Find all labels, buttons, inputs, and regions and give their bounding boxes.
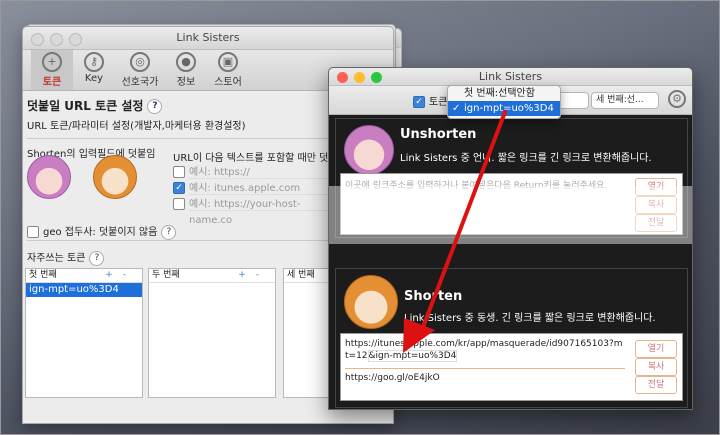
prefs-titlebar: Link Sisters — [23, 27, 393, 50]
example-checkbox-checked[interactable]: ✓ — [173, 182, 185, 194]
checkmark-icon: ✓ — [452, 103, 461, 114]
popup-third[interactable]: 세 번째:선... — [591, 92, 659, 109]
zoom-button[interactable] — [69, 33, 82, 46]
tab-store[interactable]: ▣ 스토어 — [207, 50, 249, 90]
send-button[interactable]: 전달 — [635, 376, 677, 394]
pane-header: 두 번째 — [152, 270, 180, 280]
plus-icon: + — [42, 52, 62, 72]
copy-button[interactable]: 복사 — [635, 358, 677, 376]
unshorten-section: Unshorten Link Sisters 중 언니. 짧은 링크를 긴 링크… — [335, 118, 688, 238]
token-pane-2: 두 번째 +- — [148, 268, 276, 398]
unshorten-placeholder: 이곳에 링크주소를 입력하거나 붙여넣은다음 Return키를 눌러주세요. — [345, 181, 608, 191]
dropdown-option-selected[interactable]: ✓ ign-mpt=uo%3D4 — [448, 101, 560, 116]
add-remove-buttons[interactable]: +- — [105, 269, 136, 282]
unshorten-title: Unshorten — [400, 127, 477, 142]
tab-key[interactable]: ⚷ Key — [73, 50, 115, 90]
fav-row: 자주쓰는 토큰? — [27, 249, 105, 266]
copy-button[interactable]: 복사 — [635, 196, 677, 214]
tab-label: Key — [84, 73, 104, 84]
tab-country[interactable]: ◎ 선호국가 — [115, 50, 165, 90]
unshorten-input[interactable]: 이곳에 링크주소를 입력하거나 붙여넣은다음 Return키를 눌러주세요. 열… — [340, 173, 683, 235]
list-item[interactable]: ign-mpt=uo%3D4 — [26, 283, 142, 297]
example-checkbox[interactable] — [173, 166, 185, 178]
close-button[interactable] — [337, 72, 348, 83]
open-button[interactable]: 열기 — [635, 178, 677, 196]
token-toggle[interactable]: ✓ 토큰: — [413, 93, 451, 108]
url-rule-label: URL이 다음 텍스트를 포함할 때만 덧붙임 — [173, 153, 347, 164]
example-field[interactable]: 예시: https:// — [189, 165, 339, 179]
tab-info[interactable]: ● 정보 — [165, 50, 207, 90]
pane-header: 세 번째 — [287, 270, 315, 280]
example-field[interactable]: 예시: itunes.apple.com — [189, 181, 339, 195]
shorten-input[interactable]: https://itunes.apple.com/kr/app/masquera… — [340, 333, 683, 401]
traffic-lights — [31, 33, 82, 46]
fav-label: 자주쓰는 토큰 — [27, 253, 86, 264]
long-url-line1: https://itunes.apple.com/kr/app/masquera… — [345, 339, 623, 349]
avatar-unshorten — [27, 155, 71, 199]
traffic-lights — [337, 72, 382, 83]
globe-icon: ◎ — [130, 52, 150, 72]
shorten-section: Shorten Link Sisters 중 동생. 긴 링크를 짧은 링크로 … — [335, 268, 688, 408]
minimize-button[interactable] — [50, 33, 63, 46]
unshorten-avatar — [344, 125, 394, 175]
tab-label: 선호국가 — [121, 77, 159, 88]
unshorten-desc: Link Sisters 중 언니. 짧은 링크를 긴 링크로 변환해줍니다. — [400, 153, 652, 164]
short-url: https://goo.gl/oE4jkO — [345, 368, 625, 384]
send-button[interactable]: 전달 — [635, 214, 677, 232]
close-button[interactable] — [31, 33, 44, 46]
ls-titlebar: Link Sisters — [329, 68, 692, 86]
tab-label: 정보 — [176, 77, 196, 88]
tab-label: 스토어 — [214, 77, 242, 88]
token-dropdown-menu: 첫 번째:선택안함 ✓ ign-mpt=uo%3D4 — [447, 85, 561, 119]
example-checkbox[interactable] — [173, 198, 185, 210]
shorten-title: Shorten — [404, 289, 463, 304]
gear-icon[interactable]: ⚙ — [668, 90, 686, 108]
example-field[interactable]: 예시: https://your-host-name.co — [189, 197, 339, 226]
option-label: ign-mpt=uo%3D4 — [464, 103, 554, 114]
tab-token[interactable]: + 토큰 — [31, 50, 73, 90]
help-button[interactable]: ? — [147, 99, 163, 114]
long-url-line2: t=12 — [345, 351, 368, 361]
page-title: 덧붙일 URL 토큰 설정 — [27, 99, 144, 113]
window-title: Link Sisters — [176, 31, 240, 44]
token-checkbox[interactable]: ✓ — [413, 96, 425, 108]
shorten-avatar — [344, 275, 398, 329]
zoom-button[interactable] — [371, 72, 382, 83]
shorten-desc: Link Sisters 중 동생. 긴 링크를 짧은 링크로 변환해줍니다. — [404, 313, 656, 324]
open-button[interactable]: 열기 — [635, 340, 677, 358]
dropdown-option-none[interactable]: 첫 번째:선택안함 — [448, 86, 560, 101]
avatar-shorten — [93, 155, 137, 199]
store-icon: ▣ — [218, 52, 238, 72]
appended-token: &ign-mpt=uo%3D4 — [367, 350, 458, 362]
user-icon: ● — [176, 52, 196, 72]
geo-checkbox[interactable] — [27, 226, 39, 238]
token-pane-1: 첫 번째 +- ign-mpt=uo%3D4 — [25, 268, 143, 398]
popup-value: 세 번째:선... — [596, 95, 644, 105]
geo-label: geo 접두사: 덧붙이지 않음 — [43, 227, 158, 238]
key-icon: ⚷ — [84, 52, 104, 72]
example-list: 예시: https:// ✓ 예시: itunes.apple.com 예시: h… — [173, 165, 339, 226]
help-button[interactable]: ? — [161, 224, 177, 240]
help-button[interactable]: ? — [89, 250, 105, 266]
add-remove-buttons[interactable]: +- — [238, 269, 269, 282]
minimize-button[interactable] — [354, 72, 365, 83]
pane-header: 첫 번째 — [29, 270, 57, 280]
window-title: Link Sisters — [478, 70, 543, 83]
tab-label: 토큰 — [42, 77, 62, 88]
geo-row: geo 접두사: 덧붙이지 않음? — [27, 223, 177, 240]
